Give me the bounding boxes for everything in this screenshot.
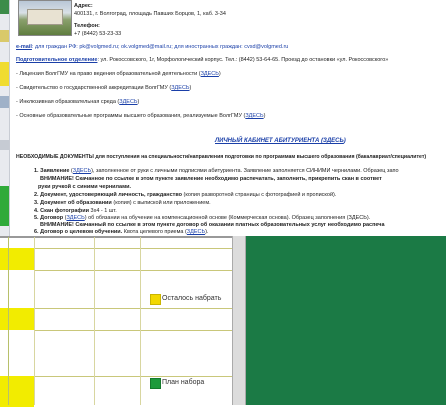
prep-dept-line: Подготовительное отделение: ул. Рокоссов… bbox=[16, 56, 388, 64]
legend-swatch-remaining bbox=[150, 294, 161, 305]
phone-value: +7 (8442) 53-23-33 bbox=[74, 31, 122, 37]
programs-link[interactable]: ЗДЕСЬ bbox=[245, 113, 263, 119]
doc-warning: руки ручкой с синими чернилами. bbox=[38, 184, 132, 190]
doc-item: 2. Документ, удостоверяющий личность, гр… bbox=[34, 192, 337, 198]
legend-label-plan: План набора bbox=[162, 379, 205, 386]
applicant-cabinet-text[interactable]: ЛИЧНЫЙ КАБИНЕТ АБИТУРИЕНТА ( bbox=[215, 138, 323, 144]
email-line: e-mail: для граждан РФ: pk@volgmed.ru; o… bbox=[16, 43, 288, 51]
application-link[interactable]: ЗДЕСЬ bbox=[73, 168, 91, 174]
accreditation-link[interactable]: ЗДЕСЬ bbox=[171, 85, 189, 91]
table-cell-remaining bbox=[0, 308, 34, 330]
edge-block bbox=[0, 140, 9, 150]
license-item: - Лицензия ВолгГМУ на право ведения обра… bbox=[16, 71, 221, 77]
table-border bbox=[8, 237, 9, 405]
table-cell-remaining bbox=[0, 248, 34, 270]
email-value[interactable]: : для граждан РФ: pk@volgmed.ru; ok.volg… bbox=[32, 44, 288, 50]
prep-dept-text: : ул. Рокоссовского, 1г, Морфологический… bbox=[97, 57, 389, 63]
license-item: - Свидетельство о государственной аккред… bbox=[16, 85, 192, 91]
table-column-line bbox=[34, 237, 35, 405]
license-item: - Основные образовательные программы выс… bbox=[16, 113, 266, 119]
edge-block bbox=[0, 30, 9, 42]
applicant-cabinet-line: ЛИЧНЫЙ КАБИНЕТ АБИТУРИЕНТА (ЗДЕСЬ) bbox=[215, 138, 346, 144]
left-edge-strip bbox=[0, 0, 10, 236]
license-link[interactable]: ЗДЕСЬ bbox=[201, 71, 219, 77]
green-panel bbox=[246, 236, 446, 405]
edge-block bbox=[0, 0, 9, 14]
doc-item: 6. Договор о целевом обучении. Квота цел… bbox=[34, 229, 209, 235]
table-cell-remaining bbox=[0, 376, 34, 407]
legend-label-remaining: Осталось набрать bbox=[162, 295, 222, 302]
applicant-cabinet-link[interactable]: ЗДЕСЬ bbox=[323, 138, 344, 144]
documents-heading: НЕОБХОДИМЫЕ ДОКУМЕНТЫ для поступления на… bbox=[16, 154, 427, 160]
pane-scrollbar[interactable] bbox=[232, 236, 246, 405]
edge-block bbox=[0, 62, 9, 86]
address-label: Адрес: bbox=[74, 3, 93, 9]
prep-dept-link[interactable]: Подготовительное отделение bbox=[16, 57, 97, 63]
doc-warning: ВНИМАНИЕ! Скачанное по ссылке в этом пун… bbox=[40, 176, 382, 182]
doc-item: 1. Заявление (ЗДЕСЬ), заполненное от рук… bbox=[34, 168, 399, 174]
doc-item: 3. Документ об образовании (копия) с вып… bbox=[34, 200, 211, 206]
phone-label: Телефон: bbox=[74, 23, 100, 29]
building-photo bbox=[18, 0, 72, 36]
target-quota-link[interactable]: ЗДЕСЬ bbox=[187, 229, 205, 235]
license-item: - Инклюзивная образовательная среда (ЗДЕ… bbox=[16, 99, 140, 105]
address-value: 400131, г. Волгоград, площадь Павших Бор… bbox=[74, 11, 226, 17]
edge-block bbox=[0, 96, 9, 108]
inclusive-link[interactable]: ЗДЕСЬ bbox=[119, 99, 137, 105]
email-label[interactable]: e-mail bbox=[16, 44, 32, 50]
table-column-line bbox=[94, 237, 95, 405]
edge-block bbox=[0, 186, 9, 226]
table-column-line bbox=[140, 237, 141, 405]
legend-swatch-plan bbox=[150, 378, 161, 389]
